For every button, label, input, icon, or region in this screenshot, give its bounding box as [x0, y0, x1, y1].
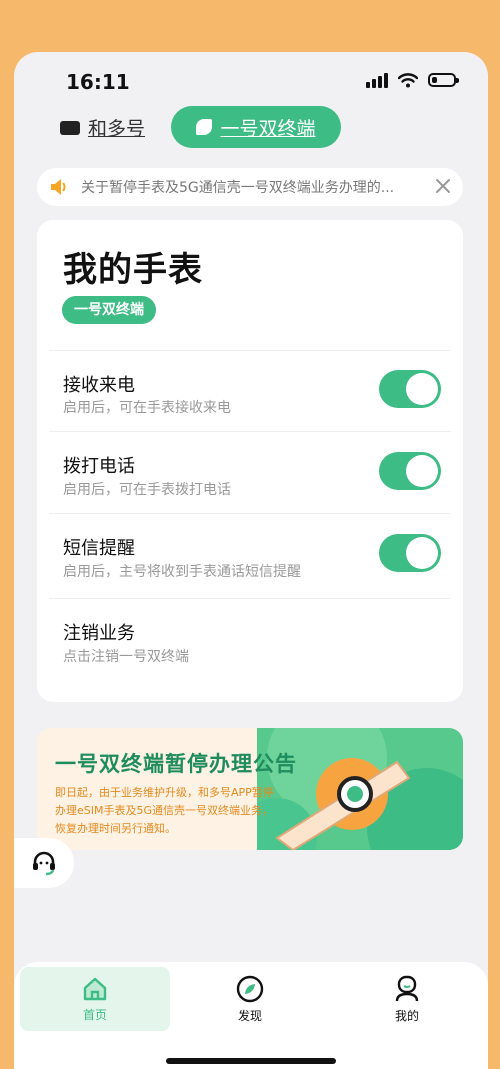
row-subtitle: 点击注销一号双终端: [63, 649, 189, 665]
row-title: 短信提醒: [63, 538, 135, 559]
tab-hedouhao-label: 和多号: [88, 118, 146, 140]
nav-home-label: 首页: [82, 1007, 107, 1022]
row-cancel-service[interactable]: 注销业务 点击注销一号双终端: [49, 598, 451, 689]
row-make-call: 拨打电话 启用后，可在手表拨打电话: [49, 431, 451, 513]
row-receive-call: 接收来电 启用后，可在手表接收来电: [49, 350, 451, 431]
watch-card: 我的手表 一号双终端 接收来电 启用后，可在手表接收来电 拨打电话 启用后，可在…: [37, 220, 463, 702]
speaker-icon: [49, 177, 69, 197]
nav-mine[interactable]: 我的: [332, 967, 482, 1031]
toggle-receive-call[interactable]: [379, 370, 441, 408]
nav-home[interactable]: 首页: [20, 967, 170, 1031]
profile-icon: [395, 975, 419, 1001]
status-time: 16:11: [66, 70, 130, 94]
row-title: 接收来电: [63, 375, 135, 396]
toggle-make-call[interactable]: [379, 452, 441, 490]
phone-screen: 16:11 和多号 一号双终端 关于暂停手表及5G通信壳一号双终端业务办理的..…: [14, 52, 488, 1069]
banner-illustration: [257, 728, 463, 850]
row-subtitle: 启用后，可在手表拨打电话: [63, 482, 231, 498]
tab-hedouhao[interactable]: 和多号: [60, 114, 145, 141]
nav-mine-label: 我的: [394, 1008, 419, 1023]
headset-icon: [33, 851, 55, 876]
tab-dual-terminal-label: 一号双终端: [220, 117, 316, 140]
battery-icon: [428, 73, 459, 87]
card-title: 我的手表: [63, 250, 203, 290]
row-sms-reminder: 短信提醒 启用后，主号将收到手表通话短信提醒: [49, 513, 451, 598]
leaf-icon: [196, 119, 213, 135]
top-nav: 和多号 一号双终端: [14, 106, 488, 150]
status-icons: [366, 72, 459, 88]
row-subtitle: 启用后，主号将收到手表通话短信提醒: [63, 564, 301, 580]
row-subtitle: 启用后，可在手表接收来电: [63, 400, 231, 416]
bottom-nav: 首页 发现 我的: [14, 962, 488, 1069]
wifi-icon: [398, 73, 418, 88]
status-bar: 16:11: [14, 52, 488, 112]
close-icon[interactable]: [433, 176, 453, 196]
row-title: 拨打电话: [63, 456, 135, 477]
home-icon: [83, 977, 107, 1000]
customer-service-button[interactable]: [14, 838, 74, 888]
announcement-banner[interactable]: 一号双终端暂停办理公告 即日起，由于业务维护升级，和多号APP暂停办理eSIM手…: [37, 728, 463, 850]
banner-title: 一号双终端暂停办理公告: [55, 752, 297, 776]
row-title: 注销业务: [63, 623, 135, 644]
tab-one-number-dual-terminal[interactable]: 一号双终端: [171, 106, 341, 148]
sim-card-icon: [60, 120, 80, 135]
signal-icon: [366, 72, 388, 88]
home-indicator: [166, 1058, 336, 1064]
service-chip: 一号双终端: [62, 296, 156, 324]
notice-bar[interactable]: 关于暂停手表及5G通信壳一号双终端业务办理的...: [37, 168, 463, 206]
nav-discover[interactable]: 发现: [175, 967, 325, 1031]
nav-discover-label: 发现: [237, 1008, 262, 1023]
banner-body: 即日起，由于业务维护升级，和多号APP暂停办理eSIM手表及5G通信壳一号双终端…: [55, 786, 274, 835]
toggle-sms-reminder[interactable]: [379, 534, 441, 572]
discover-icon: [236, 975, 264, 1002]
notice-text: 关于暂停手表及5G通信壳一号双终端业务办理的...: [81, 180, 395, 196]
